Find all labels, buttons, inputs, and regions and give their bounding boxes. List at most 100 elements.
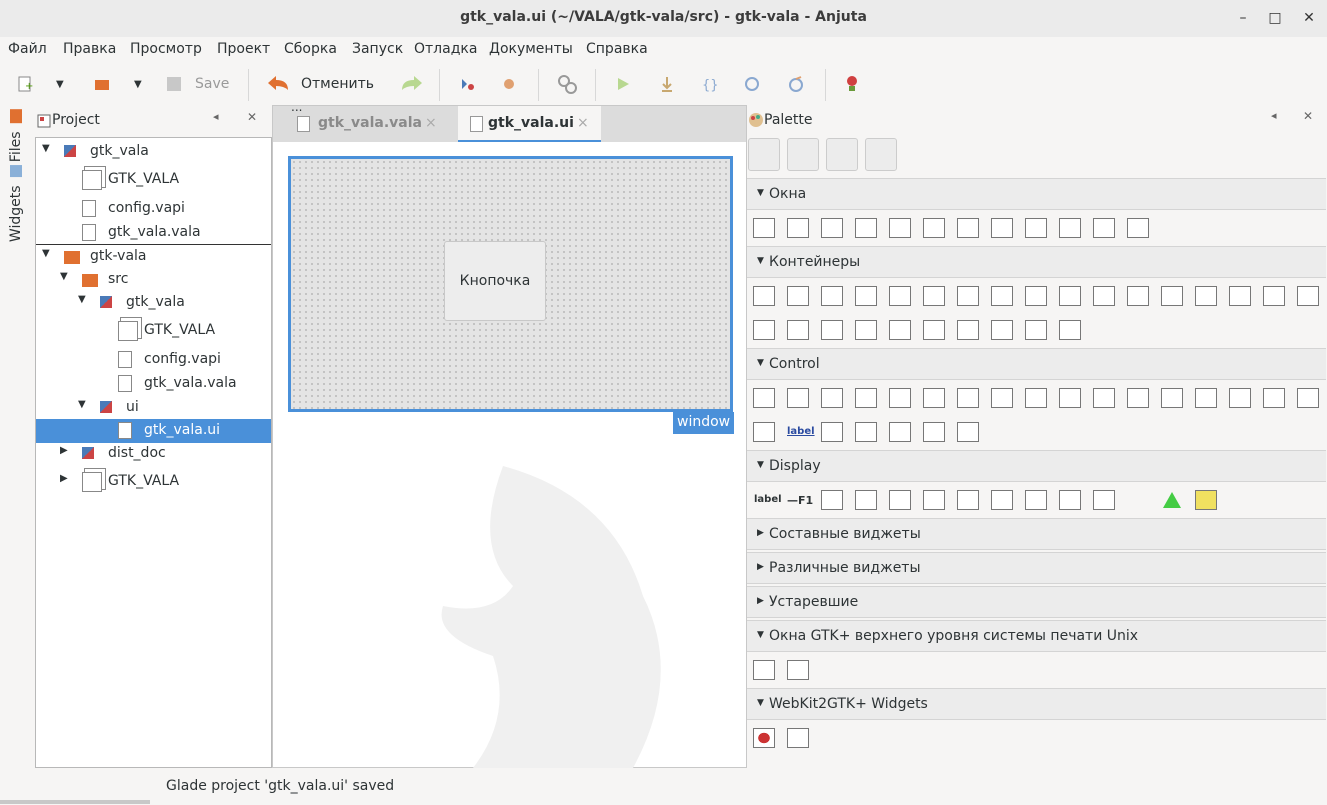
breakpoint-button[interactable] bbox=[843, 71, 861, 97]
palette-widget-icon[interactable] bbox=[821, 422, 843, 442]
tree-row[interactable]: ▶ dist_doc bbox=[36, 442, 271, 466]
palette-widget-icon[interactable] bbox=[889, 218, 911, 238]
palette-section-header[interactable]: ▶ Различные виджеты bbox=[747, 552, 1326, 584]
knopochka-button[interactable]: Кнопочка bbox=[444, 241, 546, 321]
palette-widget-icon[interactable] bbox=[889, 490, 911, 510]
palette-widget-icon[interactable] bbox=[889, 388, 911, 408]
menu-documents[interactable]: Документы bbox=[489, 41, 573, 57]
palette-widget-icon[interactable] bbox=[1059, 286, 1081, 306]
palette-widget-icon[interactable] bbox=[753, 422, 775, 442]
settings-button[interactable] bbox=[556, 71, 578, 97]
palette-section-header[interactable]: ▼ WebKit2GTK+ Widgets bbox=[747, 688, 1326, 720]
redo-button[interactable] bbox=[398, 71, 424, 97]
maximize-button[interactable]: □ bbox=[1265, 8, 1285, 28]
palette-widget-icon[interactable] bbox=[821, 218, 843, 238]
palette-widget-icon[interactable] bbox=[991, 320, 1013, 340]
palette-widget-icon[interactable] bbox=[1263, 286, 1285, 306]
build-module-button[interactable] bbox=[500, 71, 518, 97]
expander-open-icon[interactable]: ▼ bbox=[60, 271, 68, 282]
tree-row[interactable]: config.vapi bbox=[36, 348, 271, 372]
palette-widget-icon[interactable] bbox=[787, 320, 809, 340]
tab-close-icon[interactable]: × bbox=[425, 115, 437, 131]
palette-widget-icon[interactable] bbox=[991, 218, 1013, 238]
tab-gtk-vala-ui[interactable]: gtk_vala.ui × bbox=[458, 106, 601, 142]
menu-project[interactable]: Проект bbox=[217, 41, 270, 57]
new-dropdown-arrow-icon[interactable]: ▼ bbox=[56, 71, 64, 97]
palette-widget-icon[interactable] bbox=[1059, 218, 1081, 238]
menu-help[interactable]: Справка bbox=[586, 41, 648, 57]
palette-widget-icon[interactable] bbox=[753, 728, 775, 748]
files-tab[interactable]: Files bbox=[8, 109, 24, 162]
menu-file[interactable]: Файл bbox=[8, 41, 47, 57]
palette-widget-icon[interactable] bbox=[1229, 286, 1251, 306]
palette-widget-icon[interactable] bbox=[957, 490, 979, 510]
palette-mode-button[interactable] bbox=[748, 138, 780, 171]
accel-label-widget-icon[interactable]: —F1 bbox=[787, 494, 813, 507]
tree-row[interactable]: ▼ ui bbox=[36, 396, 271, 420]
palette-widget-icon[interactable] bbox=[1161, 490, 1183, 510]
palette-section-header[interactable]: ▼ Окна bbox=[747, 178, 1326, 210]
widgets-tab[interactable]: Widgets bbox=[8, 165, 24, 242]
palette-widget-icon[interactable] bbox=[923, 286, 945, 306]
palette-widget-icon[interactable] bbox=[923, 218, 945, 238]
palette-widget-icon[interactable] bbox=[957, 388, 979, 408]
dock-pane-icon[interactable]: ◂ bbox=[1271, 109, 1277, 122]
palette-widget-icon[interactable] bbox=[1093, 388, 1115, 408]
palette-section-header[interactable]: ▼ Control bbox=[747, 348, 1326, 380]
palette-widget-icon[interactable] bbox=[855, 286, 877, 306]
close-pane-icon[interactable]: ✕ bbox=[247, 110, 257, 124]
palette-widget-icon[interactable] bbox=[957, 218, 979, 238]
palette-widget-icon[interactable] bbox=[923, 490, 945, 510]
palette-widget-icon[interactable] bbox=[957, 286, 979, 306]
menu-build[interactable]: Сборка bbox=[284, 41, 337, 57]
save-button[interactable]: Save bbox=[165, 71, 229, 97]
palette-widget-icon[interactable] bbox=[1093, 218, 1115, 238]
palette-widget-icon[interactable] bbox=[753, 286, 775, 306]
step-in-button[interactable] bbox=[658, 71, 676, 97]
palette-widget-icon[interactable] bbox=[1127, 286, 1149, 306]
palette-widget-icon[interactable] bbox=[957, 422, 979, 442]
palette-widget-icon[interactable] bbox=[855, 388, 877, 408]
palette-section-header[interactable]: ▶ Составные виджеты bbox=[747, 518, 1326, 550]
palette-widget-icon[interactable] bbox=[1093, 490, 1115, 510]
palette-widget-icon[interactable] bbox=[923, 422, 945, 442]
menu-edit[interactable]: Правка bbox=[63, 41, 116, 57]
palette-widget-icon[interactable] bbox=[889, 422, 911, 442]
expander-open-icon[interactable]: ▼ bbox=[42, 143, 50, 154]
palette-widget-icon[interactable] bbox=[787, 218, 809, 238]
palette-widget-icon[interactable] bbox=[1263, 388, 1285, 408]
palette-widget-icon[interactable] bbox=[855, 422, 877, 442]
expander-open-icon[interactable]: ▼ bbox=[78, 294, 86, 305]
menu-run[interactable]: Запуск bbox=[352, 41, 403, 57]
build-target-button[interactable] bbox=[458, 71, 476, 97]
palette-widget-icon[interactable] bbox=[957, 320, 979, 340]
tree-row[interactable]: gtk_vala.vala bbox=[36, 221, 271, 245]
tree-row[interactable]: ▶ GTK_VALA bbox=[36, 470, 271, 494]
palette-widget-icon[interactable] bbox=[1195, 286, 1217, 306]
palette-widget-icon[interactable] bbox=[787, 728, 809, 748]
menu-view[interactable]: Просмотр bbox=[130, 41, 202, 57]
palette-widget-icon[interactable] bbox=[855, 490, 877, 510]
palette-widget-icon[interactable] bbox=[1093, 286, 1115, 306]
palette-widget-icon[interactable] bbox=[1025, 320, 1047, 340]
step-over-button[interactable]: {} bbox=[700, 71, 718, 97]
tab-close-icon[interactable]: × bbox=[577, 115, 589, 131]
expander-open-icon[interactable]: ▼ bbox=[42, 248, 50, 259]
palette-section-header[interactable]: ▼ Display bbox=[747, 450, 1326, 482]
link-button-widget-icon[interactable]: label bbox=[787, 426, 815, 437]
palette-mode-button[interactable] bbox=[826, 138, 858, 171]
palette-widget-icon[interactable] bbox=[1195, 388, 1217, 408]
palette-widget-icon[interactable] bbox=[1127, 218, 1149, 238]
palette-widget-icon[interactable] bbox=[787, 388, 809, 408]
run-button[interactable] bbox=[614, 71, 632, 97]
palette-widget-icon[interactable] bbox=[753, 388, 775, 408]
palette-widget-icon[interactable] bbox=[753, 218, 775, 238]
expander-closed-icon[interactable]: ▶ bbox=[60, 445, 68, 456]
palette-widget-icon[interactable] bbox=[1161, 286, 1183, 306]
tab-gtk-vala-vala[interactable]: gtk_vala.vala × bbox=[287, 106, 457, 142]
palette-mode-button[interactable] bbox=[865, 138, 897, 171]
tree-row[interactable]: GTK_VALA bbox=[36, 168, 271, 192]
palette-widget-icon[interactable] bbox=[821, 388, 843, 408]
palette-widget-icon[interactable] bbox=[1025, 218, 1047, 238]
palette-widget-icon[interactable] bbox=[1161, 388, 1183, 408]
